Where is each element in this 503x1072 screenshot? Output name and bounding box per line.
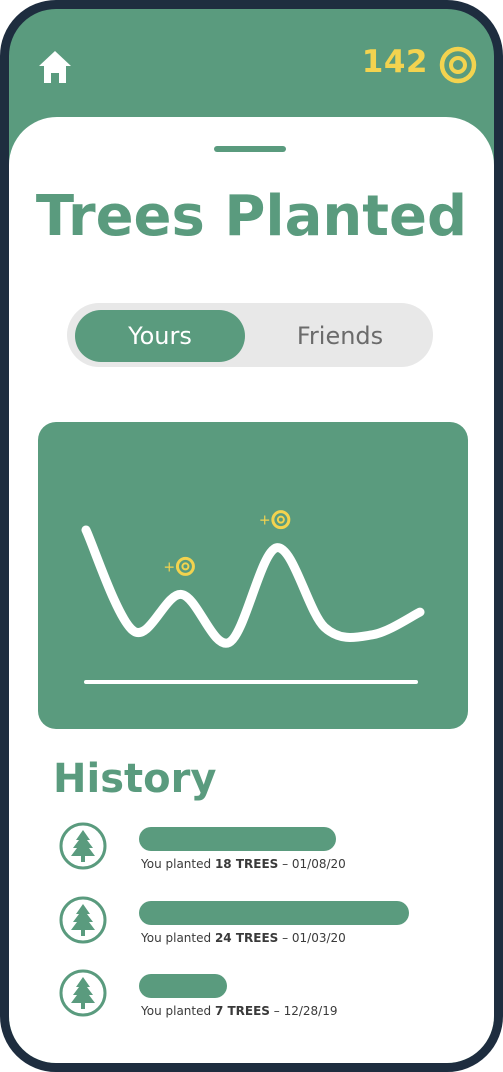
annotation-label: +: [163, 559, 175, 575]
history-title: History: [53, 756, 217, 802]
coin-count: 142: [361, 44, 428, 80]
page-title: Trees Planted: [35, 184, 468, 249]
tab-friends[interactable]: Friends: [257, 310, 423, 362]
trees-chart-svg: ++: [81, 510, 425, 684]
chart-annotation: +: [259, 510, 291, 530]
history-date: – 01/08/20: [278, 857, 346, 871]
drag-handle[interactable]: [214, 146, 286, 152]
history-prefix: You planted: [141, 931, 215, 945]
history-date: – 01/03/20: [278, 931, 346, 945]
tree-icon: [59, 896, 107, 944]
history-progress-bar: [139, 827, 336, 851]
home-icon[interactable]: [33, 45, 77, 89]
phone-frame: 142 Trees Planted Yours Friends + + Histo…: [0, 0, 503, 1072]
chart-annotation: +: [163, 556, 195, 576]
history-tree-count: 18 TREES: [214, 857, 279, 871]
history-item-text: You planted 7 TREES – 12/28/19: [141, 1004, 337, 1018]
history-item-text: You planted 24 TREES – 01/03/20: [141, 931, 346, 945]
coin-icon: [271, 510, 291, 530]
coin-icon-inner: [276, 515, 285, 524]
history-date: – 12/28/19: [269, 1004, 338, 1018]
history-progress-bar: [139, 974, 227, 998]
tab-yours[interactable]: Yours: [75, 310, 245, 362]
history-prefix: You planted: [141, 857, 215, 871]
history-item[interactable]: You planted 7 TREES – 12/28/19: [57, 969, 437, 1029]
history-tree-count: 7 TREES: [214, 1004, 270, 1018]
content-sheet: Trees Planted Yours Friends + + History Y…: [9, 117, 494, 1063]
annotation-label: +: [259, 513, 271, 529]
history-item[interactable]: You planted 18 TREES – 01/08/20: [57, 822, 437, 882]
coin-icon-inner: [181, 562, 190, 571]
history-item-text: You planted 18 TREES – 01/08/20: [141, 857, 346, 871]
series-line: [81, 525, 425, 648]
trees-chart: + +: [38, 422, 468, 729]
history-progress-bar: [139, 901, 409, 925]
history-item[interactable]: You planted 24 TREES – 01/03/20: [57, 896, 437, 956]
tree-icon: [59, 969, 107, 1017]
coin-icon: [175, 556, 195, 576]
history-prefix: You planted: [141, 1004, 215, 1018]
history-tree-count: 24 TREES: [214, 931, 279, 945]
coin-icon: [439, 46, 477, 84]
tree-icon: [59, 822, 107, 870]
yours-friends-toggle: Yours Friends: [67, 303, 433, 367]
